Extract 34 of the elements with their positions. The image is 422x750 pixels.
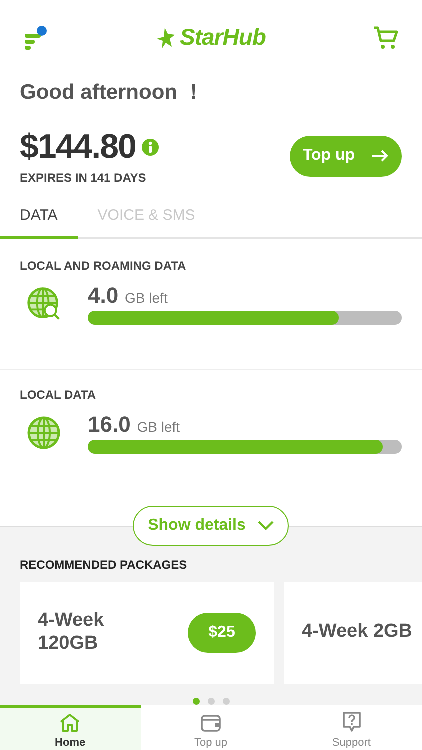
price-button[interactable]: $25 [188,612,256,653]
chevron-down-icon [258,520,274,531]
brand-logo: StarHub [180,24,266,52]
balance-amount: $144.80 [20,128,136,167]
expiry-text: EXPIRES IN 141 DAYS [20,170,148,185]
page-dot[interactable] [192,698,200,705]
package-card[interactable]: 4-Week 120GB $25 [20,582,274,684]
plan-title: LOCAL AND ROAMING DATA [20,258,188,273]
data-remaining: 4.0 [88,282,119,308]
greeting-text: Good afternoon ！ [20,80,206,106]
top-up-button[interactable]: Top up [290,136,402,177]
nav-tab[interactable]: Top up [140,704,282,750]
home-icon [59,713,82,733]
wallet-icon [200,713,222,733]
data-unit: GB left [137,418,180,435]
globe-search-icon [26,286,62,322]
package-card[interactable]: 4-Week 2GB [284,582,422,684]
page-dot[interactable] [222,698,230,705]
menu-icon[interactable] [22,24,50,51]
page-dot[interactable] [208,698,214,705]
data-remaining: 16.0 [88,412,131,437]
cart-icon[interactable] [372,24,400,51]
info-icon[interactable] [142,138,159,156]
help-chat-icon [340,711,363,733]
show-details-button[interactable]: Show details [133,506,289,546]
package-name: 4-Week 2GB [302,621,413,644]
nav-tab[interactable]: Home [0,704,141,750]
plan-title: LOCAL DATA [20,388,97,402]
section-title: RECOMMENDED PACKAGES [20,558,188,572]
package-name: 4-Week 120GB [38,610,106,656]
arrow-icon [371,150,390,162]
globe-icon [26,414,62,451]
data-unit: GB left [125,290,168,306]
nav-tab[interactable]: Support [281,704,422,750]
